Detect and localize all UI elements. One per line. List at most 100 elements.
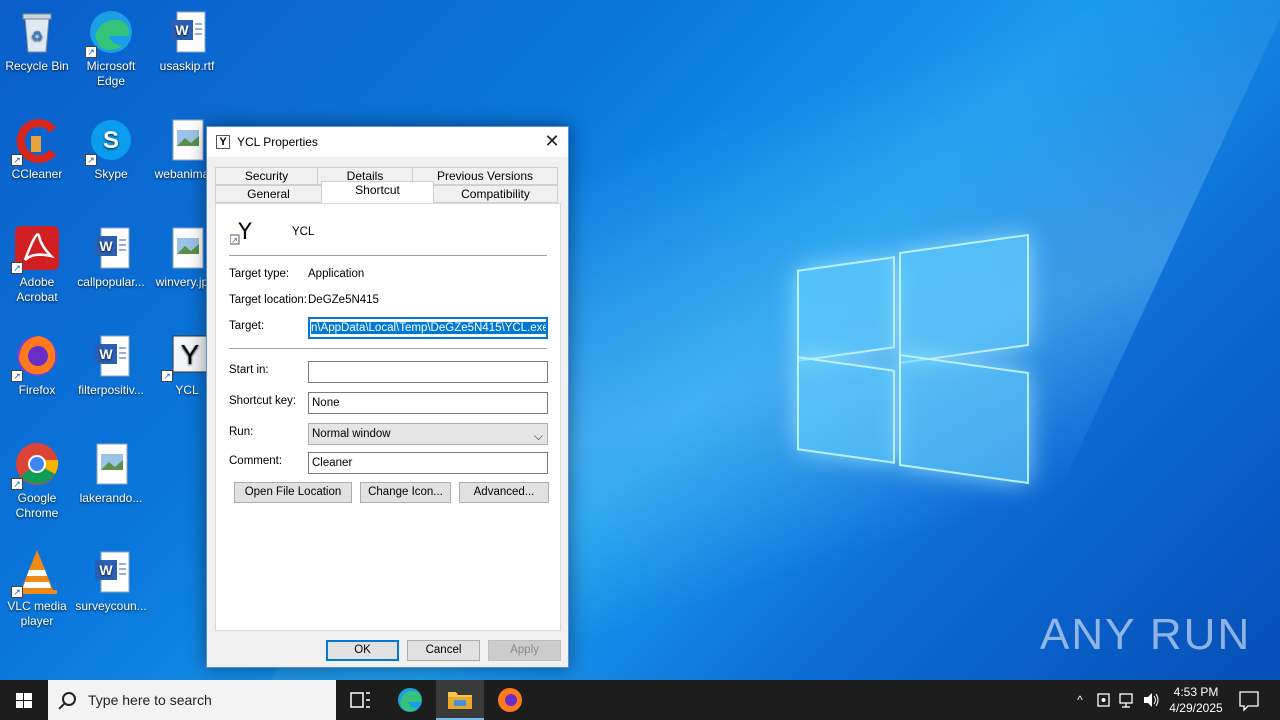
start-in-field[interactable]	[308, 361, 548, 383]
desktop-icon-skype[interactable]: S ↗ Skype	[74, 116, 148, 182]
desktop-icon-google-chrome[interactable]: ↗ Google Chrome	[0, 440, 74, 521]
edge-icon	[398, 688, 422, 712]
word-document-icon: W	[87, 548, 135, 596]
comment-field[interactable]: Cleaner	[308, 452, 548, 474]
desktop-icon-label: filterpositiv...	[78, 383, 144, 397]
ycl-title-icon: Y	[216, 135, 230, 149]
dialog-titlebar[interactable]: Y YCL Properties ✕	[207, 127, 568, 157]
svg-text:Y: Y	[237, 220, 252, 245]
vlc-icon: ↗	[11, 548, 61, 598]
dialog-title: YCL Properties	[237, 135, 318, 149]
cancel-button[interactable]: Cancel	[407, 640, 480, 661]
shortcut-key-field[interactable]: None	[308, 392, 548, 414]
desktop-icon-vlc[interactable]: ↗ VLC media player	[0, 548, 74, 629]
run-select-value: Normal window	[312, 428, 391, 440]
desktop-icon-label: usaskip.rtf	[159, 59, 215, 73]
tab-shortcut[interactable]: Shortcut	[321, 181, 434, 203]
image-file-icon	[87, 440, 135, 488]
chevron-up-icon: ^	[1077, 693, 1083, 707]
comment-label: Comment:	[229, 455, 283, 467]
notification-icon	[1239, 691, 1259, 712]
taskbar-search-box[interactable]: Type here to search	[48, 680, 336, 720]
adobe-acrobat-icon: ↗	[11, 224, 61, 274]
desktop-icon-label: lakerando...	[79, 491, 143, 505]
ycl-properties-dialog: Y YCL Properties ✕ Security Details Prev…	[206, 126, 569, 668]
svg-text:↗: ↗	[231, 236, 238, 245]
desktop-icon-usaskip-rtf[interactable]: W usaskip.rtf	[150, 8, 224, 74]
chrome-icon: ↗	[11, 440, 61, 490]
open-file-location-button[interactable]: Open File Location	[234, 482, 352, 503]
taskbar-firefox[interactable]	[486, 680, 534, 720]
windows-start-icon	[16, 693, 32, 708]
show-hidden-icons-button[interactable]: ^	[1068, 680, 1092, 720]
desktop-icon-lakerando[interactable]: lakerando...	[74, 440, 148, 506]
image-file-icon	[163, 224, 211, 272]
target-type-label: Target type:	[229, 268, 290, 280]
desktop-icon-adobe-acrobat[interactable]: ↗ Adobe Acrobat	[0, 224, 74, 305]
tab-security[interactable]: Security	[215, 167, 318, 185]
shortcut-tab-panel: Y ↗ YCL Target type: Application Target l…	[215, 203, 561, 631]
desktop-icon-label: Google Chrome	[15, 491, 59, 520]
desktop-icon-label: CCleaner	[11, 167, 63, 181]
network-icon[interactable]	[1116, 680, 1138, 720]
start-in-label: Start in:	[229, 364, 269, 376]
clock[interactable]: 4:53 PM 4/29/2025	[1164, 680, 1228, 720]
target-field[interactable]: n\AppData\Local\Temp\DeGZe5N415\YCL.exe	[308, 317, 548, 339]
desktop-icon-label: Recycle Bin	[5, 59, 69, 73]
svg-text:W: W	[175, 22, 189, 38]
target-location-label: Target location:	[229, 294, 307, 306]
task-view-icon	[350, 692, 370, 708]
close-button[interactable]: ✕	[536, 127, 568, 157]
close-icon: ✕	[544, 131, 560, 151]
advanced-button[interactable]: Advanced...	[459, 482, 549, 503]
word-document-icon: W	[87, 224, 135, 272]
run-select[interactable]: Normal window ⌵	[308, 423, 548, 445]
chevron-down-icon: ⌵	[533, 429, 543, 443]
folder-icon	[448, 692, 472, 709]
desktop-icon-ccleaner[interactable]: ↗ CCleaner	[0, 116, 74, 182]
taskbar-file-explorer[interactable]	[436, 680, 484, 720]
desktop-icon-firefox[interactable]: ↗ Firefox	[0, 332, 74, 398]
task-view-button[interactable]	[336, 680, 384, 720]
target-label: Target:	[229, 320, 265, 332]
start-button[interactable]	[0, 680, 48, 720]
desktop-icon-surveycoun[interactable]: W surveycoun...	[74, 548, 148, 614]
target-location-value: DeGZe5N415	[308, 294, 379, 306]
desktop-icon-recycle-bin[interactable]: ♻ Recycle Bin	[0, 8, 74, 74]
desktop-icon-label: callpopular...	[77, 275, 145, 289]
skype-icon: S ↗	[85, 116, 135, 166]
ccleaner-icon: ↗	[11, 116, 61, 166]
ycl-app-icon: Y ↗	[229, 217, 258, 245]
tray-device-icon[interactable]	[1093, 680, 1115, 720]
search-placeholder: Type here to search	[88, 692, 212, 708]
desktop-icon-edge[interactable]: ↗ Microsoft Edge	[74, 8, 148, 89]
target-type-value: Application	[308, 268, 365, 280]
shortcut-key-label: Shortcut key:	[229, 395, 297, 407]
firefox-icon	[498, 688, 522, 712]
apply-button[interactable]: Apply	[488, 640, 561, 661]
search-icon	[62, 692, 76, 706]
change-icon-button[interactable]: Change Icon...	[360, 482, 451, 503]
svg-text:Y: Y	[181, 339, 200, 370]
action-center-button[interactable]	[1234, 680, 1264, 720]
separator	[229, 255, 547, 256]
tab-general[interactable]: General	[215, 185, 322, 203]
taskbar-edge[interactable]	[386, 680, 434, 720]
desktop-icon-label: Adobe Acrobat	[16, 275, 58, 304]
svg-text:♻: ♻	[31, 28, 44, 44]
ok-button[interactable]: OK	[326, 640, 399, 661]
recycle-bin-icon: ♻	[13, 8, 61, 56]
desktop-icon-callpopular[interactable]: W callpopular...	[74, 224, 148, 290]
word-document-icon: W	[163, 8, 211, 56]
clock-date: 4/29/2025	[1169, 701, 1223, 715]
desktop-icon-label: Skype	[94, 167, 128, 181]
volume-icon[interactable]	[1140, 680, 1162, 720]
anyrun-watermark: ANY RUN	[1040, 610, 1252, 659]
desktop-icon-label: Microsoft Edge	[86, 59, 136, 88]
desktop-icon-filterpositiv[interactable]: W filterpositiv...	[74, 332, 148, 398]
tab-compatibility[interactable]: Compatibility	[433, 185, 558, 203]
taskbar: Type here to search ^ 4:53 PM 4/29/2025	[0, 680, 1280, 720]
desktop-icon-label: VLC media player	[7, 599, 67, 628]
separator	[229, 348, 547, 349]
word-document-icon: W	[87, 332, 135, 380]
